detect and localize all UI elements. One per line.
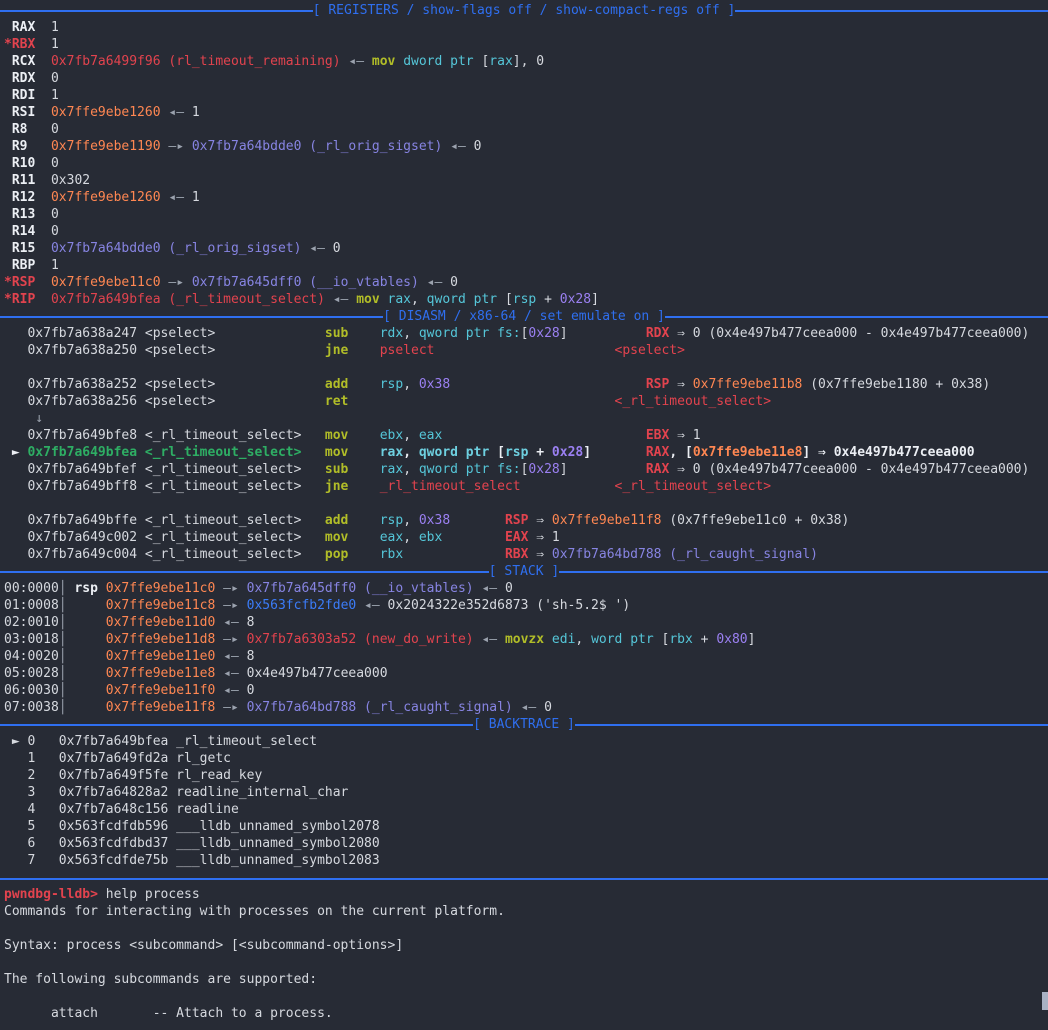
terminal-line: pwndbg-lldb> help process (4, 886, 1048, 903)
stack-section-header: [ STACK ] (0, 563, 1048, 580)
terminal-line: attach -- Attach to a process. (4, 1005, 1048, 1022)
stack-line: 01:0008│ 0x7ffe9ebe11c8 —▸ 0x563fcfb2fde… (4, 597, 1048, 614)
backtrace-line: 4 0x7fb7a648c156 readline (4, 801, 1048, 818)
disasm-line: ↓ (4, 410, 1048, 427)
disasm-line: 0x7fb7a638a252 <pselect> add rsp, 0x38 R… (4, 376, 1048, 393)
disasm-line: 0x7fb7a649c002 <_rl_timeout_select> mov … (4, 529, 1048, 546)
register-line: R10 0 (4, 155, 1048, 172)
terminal-line (4, 988, 1048, 1005)
terminal-line: Commands for interacting with processes … (4, 903, 1048, 920)
stack-line: 03:0018│ 0x7ffe9ebe11d8 —▸ 0x7fb7a6303a5… (4, 631, 1048, 648)
backtrace-section-header: [ BACKTRACE ] (0, 716, 1048, 733)
register-line: RSI 0x7ffe9ebe1260 ◂— 1 (4, 104, 1048, 121)
backtrace-line: 1 0x7fb7a649fd2a rl_getc (4, 750, 1048, 767)
register-line: *RIP 0x7fb7a649bfea (_rl_timeout_select)… (4, 291, 1048, 308)
register-line: R15 0x7fb7a64bdde0 (_rl_orig_sigset) ◂— … (4, 240, 1048, 257)
register-line: *RSP 0x7ffe9ebe11c0 —▸ 0x7fb7a645dff0 (_… (4, 274, 1048, 291)
disasm-section-title: [ DISASM / x86-64 / set emulate on ] (383, 308, 665, 325)
terminal-line: The following subcommands are supported: (4, 971, 1048, 988)
divider-line (665, 316, 1048, 318)
divider-line (575, 724, 1048, 726)
command-output-panel[interactable]: pwndbg-lldb> help processCommands for in… (4, 886, 1048, 1022)
divider-line (559, 571, 1048, 573)
register-line: RAX 1 (4, 19, 1048, 36)
terminal-line (4, 954, 1048, 971)
register-line: RDX 0 (4, 70, 1048, 87)
prompt-divider-line (0, 878, 1048, 880)
terminal-line (4, 920, 1048, 937)
disasm-line: 0x7fb7a649bffe <_rl_timeout_select> add … (4, 512, 1048, 529)
disasm-line: 0x7fb7a649c004 <_rl_timeout_select> pop … (4, 546, 1048, 563)
divider-line (0, 724, 473, 726)
stack-panel: 00:0000│ rsp 0x7ffe9ebe11c0 —▸ 0x7fb7a64… (4, 580, 1048, 716)
disasm-line: ► 0x7fb7a649bfea <_rl_timeout_select> mo… (4, 444, 1048, 461)
backtrace-line: 6 0x563fcdfdbd37 ___lldb_unnamed_symbol2… (4, 835, 1048, 852)
backtrace-line: 5 0x563fcdfdb596 ___lldb_unnamed_symbol2… (4, 818, 1048, 835)
backtrace-panel: ► 0 0x7fb7a649bfea _rl_timeout_select 1 … (4, 733, 1048, 869)
disasm-line: 0x7fb7a638a256 <pselect> ret <_rl_timeou… (4, 393, 1048, 410)
disasm-line (4, 495, 1048, 512)
registers-panel: RAX 1*RBX 1 RCX 0x7fb7a6499f96 (rl_timeo… (4, 19, 1048, 308)
register-line: R14 0 (4, 223, 1048, 240)
stack-line: 07:0038│ 0x7ffe9ebe11f8 —▸ 0x7fb7a64bd78… (4, 699, 1048, 716)
disasm-panel: 0x7fb7a638a247 <pselect> sub rdx, qword … (4, 325, 1048, 563)
terminal-line: Syntax: process <subcommand> [<subcomman… (4, 937, 1048, 954)
disasm-line: 0x7fb7a638a250 <pselect> jne pselect <ps… (4, 342, 1048, 359)
register-line: R9 0x7ffe9ebe1190 —▸ 0x7fb7a64bdde0 (_rl… (4, 138, 1048, 155)
register-line: R13 0 (4, 206, 1048, 223)
disasm-line: 0x7fb7a649bfef <_rl_timeout_select> sub … (4, 461, 1048, 478)
register-line: R8 0 (4, 121, 1048, 138)
disasm-line: 0x7fb7a649bff8 <_rl_timeout_select> jne … (4, 478, 1048, 495)
divider-line (0, 10, 313, 12)
disasm-line: 0x7fb7a649bfe8 <_rl_timeout_select> mov … (4, 427, 1048, 444)
register-line: *RBX 1 (4, 36, 1048, 53)
scrollbar-thumb[interactable] (1042, 992, 1048, 1010)
divider-line (735, 10, 1048, 12)
backtrace-section-title: [ BACKTRACE ] (473, 716, 575, 733)
register-line: R12 0x7ffe9ebe1260 ◂— 1 (4, 189, 1048, 206)
stack-line: 02:0010│ 0x7ffe9ebe11d0 ◂— 8 (4, 614, 1048, 631)
disasm-line (4, 359, 1048, 376)
backtrace-line: 2 0x7fb7a649f5fe rl_read_key (4, 767, 1048, 784)
registers-section-title: [ REGISTERS / show-flags off / show-comp… (313, 2, 736, 19)
stack-section-title: [ STACK ] (489, 563, 559, 580)
divider-line (0, 571, 489, 573)
pwndbg-terminal[interactable]: [ REGISTERS / show-flags off / show-comp… (0, 0, 1048, 1030)
stack-line: 06:0030│ 0x7ffe9ebe11f0 ◂— 0 (4, 682, 1048, 699)
register-line: RBP 1 (4, 257, 1048, 274)
register-line: R11 0x302 (4, 172, 1048, 189)
registers-section-header: [ REGISTERS / show-flags off / show-comp… (0, 2, 1048, 19)
stack-line: 00:0000│ rsp 0x7ffe9ebe11c0 —▸ 0x7fb7a64… (4, 580, 1048, 597)
disasm-section-header: [ DISASM / x86-64 / set emulate on ] (0, 308, 1048, 325)
stack-line: 05:0028│ 0x7ffe9ebe11e8 ◂— 0x4e497b477ce… (4, 665, 1048, 682)
backtrace-line: 3 0x7fb7a64828a2 readline_internal_char (4, 784, 1048, 801)
divider-line (0, 316, 383, 318)
stack-line: 04:0020│ 0x7ffe9ebe11e0 ◂— 8 (4, 648, 1048, 665)
disasm-line: 0x7fb7a638a247 <pselect> sub rdx, qword … (4, 325, 1048, 342)
register-line: RDI 1 (4, 87, 1048, 104)
register-line: RCX 0x7fb7a6499f96 (rl_timeout_remaining… (4, 53, 1048, 70)
backtrace-line: ► 0 0x7fb7a649bfea _rl_timeout_select (4, 733, 1048, 750)
backtrace-line: 7 0x563fcdfde75b ___lldb_unnamed_symbol2… (4, 852, 1048, 869)
